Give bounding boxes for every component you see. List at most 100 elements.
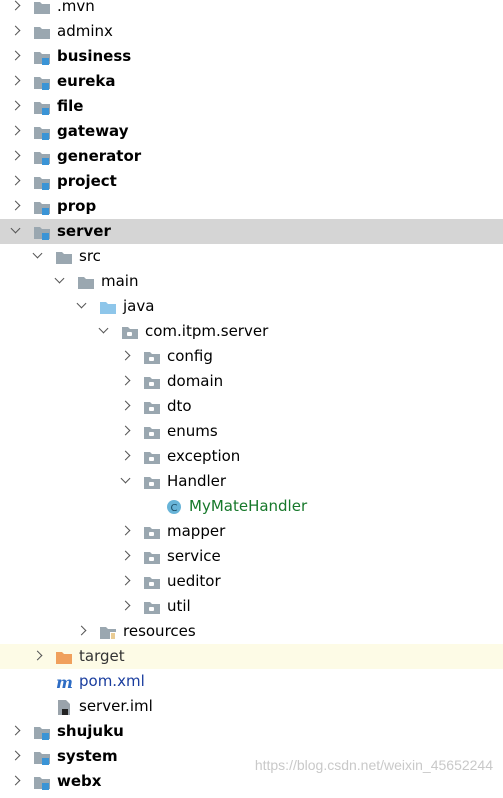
chevron-right-icon[interactable] [76,625,87,636]
chevron-right-icon[interactable] [10,25,21,36]
tree-item-ueditor[interactable]: ueditor [0,569,503,594]
tree-item-label: .mvn [57,0,95,15]
maven-icon: m [55,673,73,692]
module-folder-icon [33,773,51,790]
chevron-right-icon[interactable] [10,750,21,761]
chevron-right-icon[interactable] [10,75,21,86]
tree-item-shujuku[interactable]: shujuku [0,719,503,744]
chevron-right-icon[interactable] [32,650,43,661]
package-icon [143,573,161,589]
chevron-right-icon[interactable] [120,450,131,461]
chevron-right-icon[interactable] [120,425,131,436]
package-icon [143,348,161,364]
chevron-down-icon[interactable] [98,323,109,334]
tree-item-label: server [57,222,111,240]
tree-item-generator[interactable]: generator [0,144,503,169]
svg-text:C: C [171,503,178,514]
tree-item-mvn[interactable]: .mvn [0,0,503,19]
module-folder-icon [33,123,51,140]
tree-item-gateway[interactable]: gateway [0,119,503,144]
tree-item-resources[interactable]: resources [0,619,503,644]
module-folder-icon [33,48,51,65]
chevron-right-icon[interactable] [10,200,21,211]
tree-item-mymatehandler[interactable]: C MyMateHandler [0,494,503,519]
chevron-right-icon[interactable] [10,0,21,11]
tree-item-target[interactable]: target [0,644,503,669]
chevron-right-icon[interactable] [10,775,21,786]
tree-item-main[interactable]: main [0,269,503,294]
tree-item-config[interactable]: config [0,344,503,369]
chevron-right-icon[interactable] [120,575,131,586]
module-folder-icon [33,148,51,165]
tree-item-label: mapper [167,522,226,540]
chevron-right-icon[interactable] [10,150,21,161]
folder-icon [77,273,95,289]
chevron-down-icon[interactable] [10,223,21,234]
tree-item-file[interactable]: file [0,94,503,119]
chevron-right-icon[interactable] [120,375,131,386]
tree-item-exception[interactable]: exception [0,444,503,469]
folder-icon [33,0,51,14]
package-icon [143,598,161,614]
watermark: https://blog.csdn.net/weixin_45652244 [254,757,493,773]
tree-item-label: ueditor [167,572,221,590]
package-icon [143,373,161,389]
tree-item-handler[interactable]: Handler [0,469,503,494]
tree-item-server-iml[interactable]: server.iml [0,694,503,719]
chevron-down-icon[interactable] [54,273,65,284]
chevron-right-icon[interactable] [120,525,131,536]
tree-item-eureka[interactable]: eureka [0,69,503,94]
chevron-right-icon[interactable] [10,50,21,61]
tree-item-business[interactable]: business [0,44,503,69]
chevron-right-icon[interactable] [10,100,21,111]
tree-item-adminx[interactable]: adminx [0,19,503,44]
chevron-down-icon[interactable] [32,248,43,259]
tree-item-label: service [167,547,221,565]
tree-item-label: target [79,647,125,665]
module-folder-icon [33,173,51,190]
package-icon [143,398,161,414]
tree-item-pom-xml[interactable]: m pom.xml [0,669,503,694]
tree-item-enums[interactable]: enums [0,419,503,444]
tree-item-label: generator [57,147,142,165]
tree-item-domain[interactable]: domain [0,369,503,394]
tree-item-com-itpm-server[interactable]: com.itpm.server [0,319,503,344]
tree-item-mapper[interactable]: mapper [0,519,503,544]
tree-item-java[interactable]: java [0,294,503,319]
tree-item-util[interactable]: util [0,594,503,619]
tree-item-prop[interactable]: prop [0,194,503,219]
tree-item-src[interactable]: src [0,244,503,269]
tree-item-label: pom.xml [79,672,145,690]
chevron-right-icon[interactable] [10,125,21,136]
tree-item-label: com.itpm.server [145,322,269,340]
tree-item-dto[interactable]: dto [0,394,503,419]
project-tree: .mvn adminx business eureka file gateway gener… [0,0,503,794]
tree-item-label: dto [167,397,192,415]
resources-folder-icon [99,623,117,640]
chevron-right-icon[interactable] [10,725,21,736]
tree-item-label: enums [167,422,218,440]
module-folder-icon [33,198,51,215]
tree-item-label: gateway [57,122,129,140]
chevron-down-icon[interactable] [76,298,87,309]
java-class-icon: C [165,498,183,514]
tree-item-label: system [57,747,118,765]
module-folder-icon [33,748,51,765]
tree-item-label: MyMateHandler [189,497,308,515]
tree-item-project[interactable]: project [0,169,503,194]
module-folder-icon [33,73,51,90]
tree-item-server[interactable]: server [0,219,503,244]
tree-item-service[interactable]: service [0,544,503,569]
tree-item-label: webx [57,772,102,790]
chevron-right-icon[interactable] [120,550,131,561]
tree-item-label: util [167,597,191,615]
chevron-right-icon[interactable] [10,175,21,186]
chevron-down-icon[interactable] [120,473,131,484]
chevron-right-icon[interactable] [120,400,131,411]
tree-item-label: main [101,272,139,290]
package-icon [143,523,161,539]
chevron-right-icon[interactable] [120,600,131,611]
chevron-right-icon[interactable] [120,350,131,361]
tree-item-label: domain [167,372,224,390]
excluded-folder-icon [55,648,73,664]
